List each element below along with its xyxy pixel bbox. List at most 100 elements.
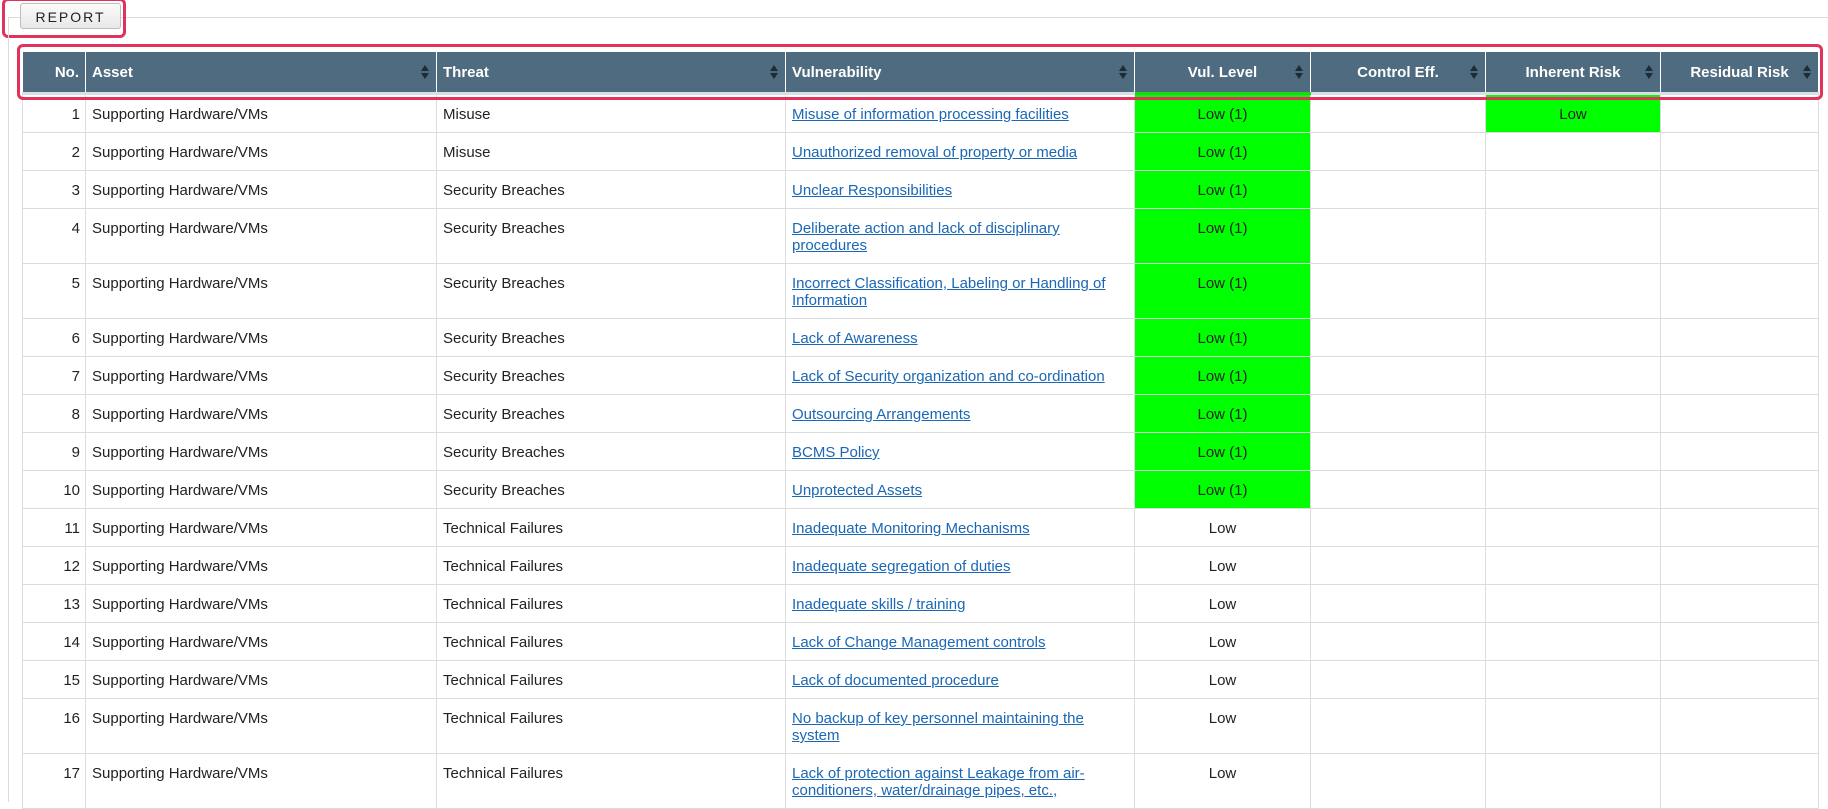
column-header-label: Threat [443,63,489,81]
table-row[interactable]: 1 Supporting Hardware/VMs Misuse Misuse … [22,93,1819,133]
vulnerability-link[interactable]: Misuse of information processing facilit… [792,106,1069,123]
cell-vul-level: Low (1) [1134,470,1311,509]
vulnerability-link[interactable]: Inadequate skills / training [792,596,965,613]
cell-no: 9 [22,432,86,471]
column-header-no[interactable]: No. [22,52,86,95]
table-row[interactable]: 10 Supporting Hardware/VMs Security Brea… [22,470,1819,509]
cell-control-eff [1310,93,1486,133]
cell-control-eff [1310,698,1486,754]
table-row[interactable]: 9 Supporting Hardware/VMs Security Breac… [22,432,1819,471]
table-row[interactable]: 5 Supporting Hardware/VMs Security Breac… [22,263,1819,319]
cell-asset: Supporting Hardware/VMs [85,546,437,585]
sort-icon[interactable] [1470,63,1478,81]
column-header-control-eff[interactable]: Control Eff. [1310,52,1486,95]
table-header: No. Asset Threat Vulnerability Vul. Leve… [22,52,1819,95]
table-row[interactable]: 8 Supporting Hardware/VMs Security Breac… [22,394,1819,433]
vulnerability-link[interactable]: Lack of documented procedure [792,672,999,689]
column-header-threat[interactable]: Threat [436,52,786,95]
cell-no: 1 [22,93,86,133]
column-header-label: Control Eff. [1357,63,1439,81]
vulnerability-link[interactable]: Lack of Awareness [792,330,918,347]
cell-no: 11 [22,508,86,547]
cell-vul-level: Low (1) [1134,93,1311,133]
cell-threat: Technical Failures [436,753,786,809]
cell-vul-level: Low (1) [1134,318,1311,357]
cell-control-eff [1310,356,1486,395]
cell-inherent-risk [1485,470,1661,509]
vulnerability-link[interactable]: Deliberate action and lack of disciplina… [792,220,1060,254]
cell-asset: Supporting Hardware/VMs [85,208,437,264]
vulnerability-link[interactable]: Inadequate segregation of duties [792,558,1011,575]
cell-vul-level: Low (1) [1134,394,1311,433]
sort-icon[interactable] [1119,63,1127,81]
vulnerability-link[interactable]: BCMS Policy [792,444,880,461]
cell-inherent-risk [1485,318,1661,357]
cell-threat: Security Breaches [436,170,786,209]
cell-asset: Supporting Hardware/VMs [85,470,437,509]
column-header-inherent-risk[interactable]: Inherent Risk [1485,52,1661,95]
cell-threat: Technical Failures [436,546,786,585]
table-row[interactable]: 7 Supporting Hardware/VMs Security Breac… [22,356,1819,395]
sort-icon[interactable] [1803,63,1811,81]
table-body: 1 Supporting Hardware/VMs Misuse Misuse … [22,93,1819,809]
vulnerability-link[interactable]: No backup of key personnel maintaining t… [792,710,1084,744]
vulnerability-link[interactable]: Inadequate Monitoring Mechanisms [792,520,1030,537]
cell-residual-risk [1660,132,1819,171]
cell-residual-risk [1660,356,1819,395]
cell-no: 17 [22,753,86,809]
cell-inherent-risk [1485,698,1661,754]
cell-asset: Supporting Hardware/VMs [85,263,437,319]
table-row[interactable]: 15 Supporting Hardware/VMs Technical Fai… [22,660,1819,699]
cell-no: 8 [22,394,86,433]
column-header-residual-risk[interactable]: Residual Risk [1660,52,1819,95]
cell-residual-risk [1660,508,1819,547]
cell-vulnerability: BCMS Policy [785,432,1135,471]
vulnerability-link[interactable]: Lack of Security organization and co-ord… [792,368,1105,385]
cell-control-eff [1310,263,1486,319]
cell-threat: Misuse [436,132,786,171]
cell-vul-level: Low (1) [1134,132,1311,171]
report-button[interactable]: REPORT [20,3,121,29]
table-row[interactable]: 3 Supporting Hardware/VMs Security Breac… [22,170,1819,209]
sort-icon[interactable] [1645,63,1653,81]
vulnerability-link[interactable]: Lack of Change Management controls [792,634,1045,651]
vulnerability-link[interactable]: Unauthorized removal of property or medi… [792,144,1077,161]
column-header-vulnerability[interactable]: Vulnerability [785,52,1135,95]
sort-icon[interactable] [1295,63,1303,81]
vulnerability-link[interactable]: Outsourcing Arrangements [792,406,970,423]
cell-vulnerability: Lack of documented procedure [785,660,1135,699]
cell-threat: Security Breaches [436,208,786,264]
cell-threat: Security Breaches [436,318,786,357]
table-row[interactable]: 13 Supporting Hardware/VMs Technical Fai… [22,584,1819,623]
table-row[interactable]: 4 Supporting Hardware/VMs Security Breac… [22,208,1819,264]
sort-icon[interactable] [770,63,778,81]
vulnerability-link[interactable]: Incorrect Classification, Labeling or Ha… [792,275,1106,309]
cell-residual-risk [1660,698,1819,754]
table-row[interactable]: 16 Supporting Hardware/VMs Technical Fai… [22,698,1819,754]
sort-icon[interactable] [421,63,429,81]
cell-control-eff [1310,432,1486,471]
cell-residual-risk [1660,753,1819,809]
column-header-vul-level[interactable]: Vul. Level [1134,52,1311,95]
vulnerability-link[interactable]: Unclear Responsibilities [792,182,952,199]
cell-inherent-risk [1485,584,1661,623]
table-row[interactable]: 12 Supporting Hardware/VMs Technical Fai… [22,546,1819,585]
cell-inherent-risk [1485,132,1661,171]
cell-vulnerability: Inadequate segregation of duties [785,546,1135,585]
vulnerability-link[interactable]: Unprotected Assets [792,482,922,499]
cell-no: 2 [22,132,86,171]
table-row[interactable]: 6 Supporting Hardware/VMs Security Breac… [22,318,1819,357]
vulnerability-link[interactable]: Lack of protection against Leakage from … [792,765,1085,799]
column-header-asset[interactable]: Asset [85,52,437,95]
table-row[interactable]: 2 Supporting Hardware/VMs Misuse Unautho… [22,132,1819,171]
cell-residual-risk [1660,432,1819,471]
table-row[interactable]: 14 Supporting Hardware/VMs Technical Fai… [22,622,1819,661]
cell-control-eff [1310,546,1486,585]
cell-no: 5 [22,263,86,319]
cell-vul-level: Low [1134,753,1311,809]
cell-control-eff [1310,660,1486,699]
table-row[interactable]: 11 Supporting Hardware/VMs Technical Fai… [22,508,1819,547]
cell-asset: Supporting Hardware/VMs [85,753,437,809]
table-row[interactable]: 17 Supporting Hardware/VMs Technical Fai… [22,753,1819,809]
cell-no: 6 [22,318,86,357]
